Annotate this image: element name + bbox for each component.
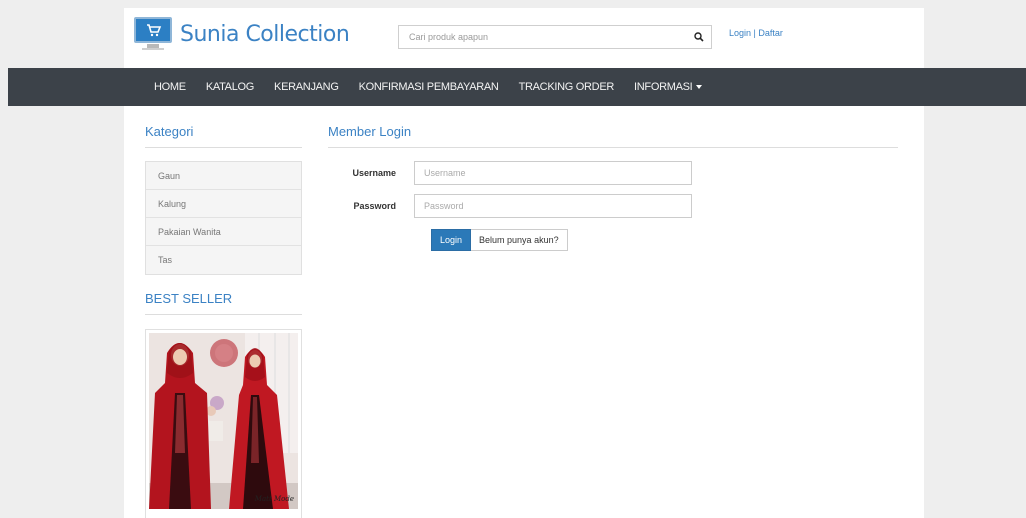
category-pakaian-wanita[interactable]: Pakaian Wanita xyxy=(146,218,301,246)
main-content: Member Login Username Password Login Bel… xyxy=(328,124,898,251)
header: Sunia Collection Login | Daftar xyxy=(8,8,1026,68)
member-login-title: Member Login xyxy=(328,124,898,148)
username-row: Username xyxy=(328,161,898,185)
caret-down-icon xyxy=(696,85,703,90)
nav-informasi-dropdown[interactable]: INFORMASI xyxy=(634,81,703,93)
nav-tracking-order[interactable]: TRACKING ORDER xyxy=(519,81,615,93)
category-kalung[interactable]: Kalung xyxy=(146,190,301,218)
search-input[interactable] xyxy=(399,26,687,48)
sidebar: Kategori Gaun Kalung Pakaian Wanita Tas … xyxy=(145,124,302,518)
register-button[interactable]: Belum punya akun? xyxy=(471,229,568,251)
main-navbar: HOME KATALOG KERANJANG KONFIRMASI PEMBAY… xyxy=(8,68,1026,106)
category-tas[interactable]: Tas xyxy=(146,246,301,274)
auth-separator: | xyxy=(753,28,756,38)
password-label: Password xyxy=(353,201,396,211)
username-input[interactable] xyxy=(414,161,692,185)
login-form: Username Password Login Belum punya akun… xyxy=(328,161,898,251)
login-link[interactable]: Login xyxy=(729,28,751,38)
monitor-cart-icon xyxy=(134,17,174,51)
username-label: Username xyxy=(352,168,396,178)
nav-home[interactable]: HOME xyxy=(154,81,186,93)
nav-informasi-label: INFORMASI xyxy=(634,81,693,93)
password-row: Password xyxy=(328,194,898,218)
category-list: Gaun Kalung Pakaian Wanita Tas xyxy=(145,161,302,275)
brand-name: Sunia Collection xyxy=(180,21,350,47)
product-photo-illustration xyxy=(149,333,298,509)
best-seller-product-card[interactable]: Matt Mode xyxy=(145,329,302,518)
search-box xyxy=(398,25,712,49)
category-gaun[interactable]: Gaun xyxy=(146,162,301,190)
search-icon[interactable] xyxy=(687,26,711,48)
product-image[interactable]: Matt Mode xyxy=(149,333,298,509)
login-button[interactable]: Login xyxy=(431,229,472,251)
password-input[interactable] xyxy=(414,194,692,218)
nav-keranjang[interactable]: KERANJANG xyxy=(274,81,339,93)
register-link[interactable]: Daftar xyxy=(758,28,783,38)
auth-links: Login | Daftar xyxy=(729,28,783,38)
product-watermark: Matt Mode xyxy=(254,495,294,503)
best-seller-heading: BEST SELLER xyxy=(145,291,302,315)
nav-menu: HOME KATALOG KERANJANG KONFIRMASI PEMBAY… xyxy=(154,68,722,106)
page: Sunia Collection Login | Daftar HOME KAT… xyxy=(8,8,1026,518)
nav-katalog[interactable]: KATALOG xyxy=(206,81,255,93)
form-buttons: Login Belum punya akun? xyxy=(431,229,898,251)
nav-konfirmasi-pembayaran[interactable]: KONFIRMASI PEMBAYARAN xyxy=(359,81,499,93)
category-heading: Kategori xyxy=(145,124,302,148)
brand-logo[interactable]: Sunia Collection xyxy=(134,14,350,54)
